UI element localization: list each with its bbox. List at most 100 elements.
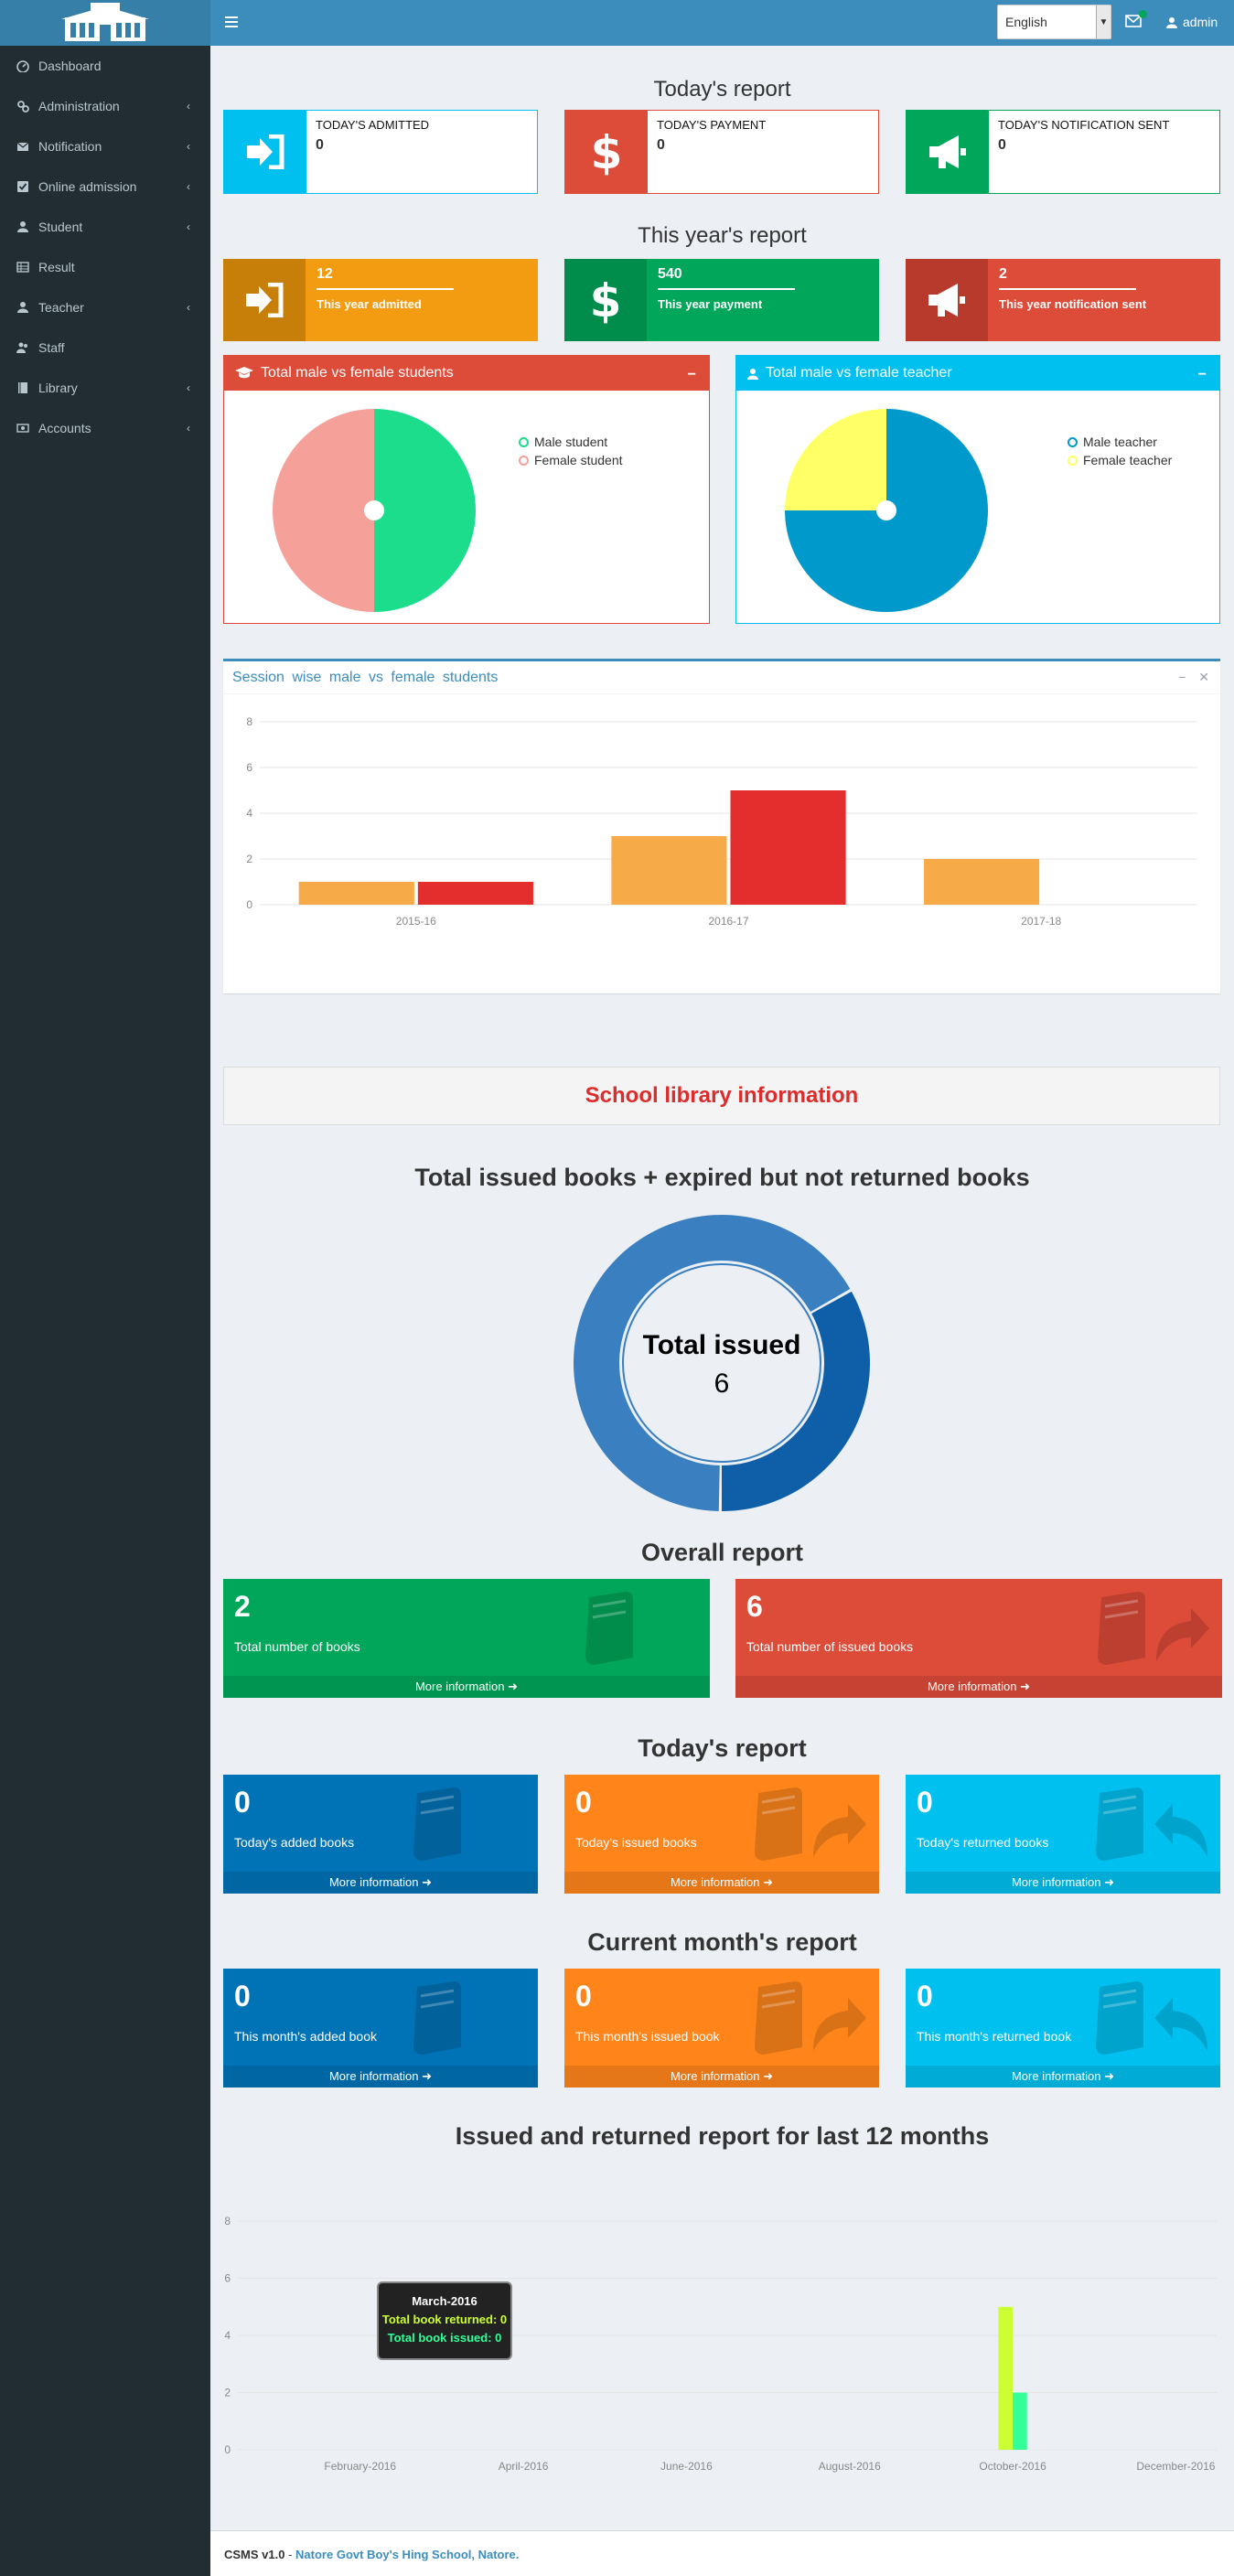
sidebar-item-online-admission[interactable]: Online admission ‹ <box>0 166 210 207</box>
book-share-icon <box>755 1787 866 1861</box>
student-pie-header: Total male vs female students − <box>224 356 709 391</box>
user-icon <box>747 368 758 380</box>
year-notification-box: 2 This year notification sent <box>906 259 1220 341</box>
stat-value: 0 <box>917 1980 933 2012</box>
legend-item[interactable]: Female student <box>519 453 623 467</box>
y-tick-label: 0 <box>224 2443 231 2456</box>
box-icon-area <box>224 111 306 193</box>
stat-icon-wrap <box>580 1588 699 1675</box>
x-tick-label: April-2016 <box>499 2460 549 2473</box>
legend-marker <box>1068 436 1078 447</box>
bar-series-0-2017-18[interactable] <box>924 859 1040 905</box>
stat-label: Total number of issued books <box>746 1639 914 1654</box>
legend-item[interactable]: Female teacher <box>1068 453 1172 467</box>
box-value: 0 <box>998 137 1006 153</box>
stat-icon-wrap <box>1090 1978 1209 2065</box>
sidebar-item-staff[interactable]: Staff <box>0 327 210 368</box>
close-icon[interactable]: ✕ <box>1198 670 1209 685</box>
more-information-link[interactable]: More information ➜ <box>906 2066 1220 2088</box>
student-pie-chart <box>273 409 476 612</box>
chart-tooltip: March-2016 Total book returned: 0 Total … <box>377 2281 512 2360</box>
sign-in-icon <box>247 134 284 169</box>
sidebar-item-dashboard[interactable]: Dashboard <box>0 46 210 86</box>
stat-icon-wrap <box>749 1978 868 2065</box>
bar-series-1-2015-16[interactable] <box>417 882 533 905</box>
bar-series-0-2016-17[interactable] <box>611 836 727 905</box>
collapse-button[interactable]: − <box>1178 670 1186 685</box>
box-text: Today's admitted 0 <box>306 111 438 193</box>
user-icon <box>17 302 28 313</box>
chevron-left-icon: ‹ <box>187 100 190 113</box>
box-text: 540 This year payment <box>647 259 879 341</box>
box-value: 540 <box>658 266 682 282</box>
box-value: 2 <box>999 266 1007 282</box>
arrow-circle-right-icon: ➜ <box>418 1875 433 1889</box>
bar-series-1-October-2016[interactable] <box>1013 2392 1027 2451</box>
bullhorn-icon <box>928 284 965 317</box>
collapse-button[interactable]: − <box>1198 367 1207 383</box>
bar-series-0-October-2016[interactable] <box>998 2306 1014 2450</box>
x-tick-label: August-2016 <box>819 2460 881 2473</box>
legend-item[interactable]: Male teacher <box>1068 435 1172 449</box>
legend-marker <box>519 436 529 447</box>
sidebar-item-library[interactable]: Library ‹ <box>0 368 210 408</box>
box-value: 0 <box>657 137 665 153</box>
more-information-link[interactable]: More information ➜ <box>223 1676 710 1698</box>
school-name[interactable]: Natore Govt Boy's Hing School, Natore. <box>295 2548 519 2561</box>
sidebar-item-accounts[interactable]: Accounts ‹ <box>0 408 210 448</box>
more-information-link[interactable]: More information ➜ <box>564 1872 879 1894</box>
sidebar-item-administration[interactable]: Administration ‹ <box>0 86 210 126</box>
tooltip-title: March-2016 <box>412 2294 478 2308</box>
more-information-link[interactable]: More information ➜ <box>735 1676 1222 1698</box>
y-tick-label: 2 <box>224 2387 231 2399</box>
sidebar-item-teacher[interactable]: Teacher ‹ <box>0 287 210 327</box>
more-information-label: More information <box>670 2069 760 2083</box>
collapse-button[interactable]: − <box>688 367 696 383</box>
issued-books-donut-chart: Total issued 6 <box>574 1215 870 1511</box>
arrow-circle-right-icon: ➜ <box>504 1680 519 1693</box>
box-label: Today's payment <box>657 118 767 132</box>
language-select[interactable]: English ▼ <box>997 5 1111 39</box>
sidebar-item-label: Accounts <box>38 421 91 435</box>
cogs-icon <box>17 101 29 113</box>
book-icon <box>413 1981 461 2055</box>
box-icon-area <box>223 259 306 341</box>
arrow-circle-right-icon: ➜ <box>759 2069 774 2083</box>
legend-label: Female teacher <box>1083 453 1173 467</box>
stat-label: Total number of books <box>234 1639 360 1654</box>
more-information-link[interactable]: More information ➜ <box>223 1872 538 1894</box>
users-icon <box>16 342 27 353</box>
tooltip-returned: Total book returned: 0 <box>381 2313 508 2326</box>
sidebar-item-result[interactable]: Result <box>0 247 210 287</box>
sidebar-item-label: Dashboard <box>38 59 102 73</box>
progress-fill <box>317 288 454 290</box>
sidebar-item-label: Staff <box>38 340 65 355</box>
y-tick-label: 6 <box>246 761 252 774</box>
dashboard-icon <box>16 60 29 72</box>
sidebar-item-student[interactable]: Student ‹ <box>0 207 210 247</box>
user-menu[interactable]: admin <box>1166 15 1218 29</box>
donut-segment-1[interactable] <box>722 1291 870 1511</box>
box-text: Today's notification sent 0 <box>989 111 1178 193</box>
stat-label: This month's issued book <box>575 2029 720 2044</box>
y-tick-label: 4 <box>246 807 252 820</box>
student-pie-slice-1[interactable] <box>273 409 374 612</box>
bar-series-0-2015-16[interactable] <box>298 882 414 905</box>
hamburger-menu-icon[interactable] <box>223 14 240 30</box>
more-information-link[interactable]: More information ➜ <box>564 2066 879 2088</box>
bar-series-1-2016-17[interactable] <box>730 790 846 905</box>
student-pie-slice-0[interactable] <box>374 409 476 612</box>
more-information-link[interactable]: More information ➜ <box>223 2066 538 2088</box>
more-information-link[interactable]: More information ➜ <box>906 1872 1220 1894</box>
stat-value: 0 <box>917 1786 933 1819</box>
x-tick-label: 2017-18 <box>1021 915 1061 928</box>
arrow-circle-right-icon: ➜ <box>1100 1875 1115 1889</box>
library-overall-box-1: 6 Total number of issued books More inform… <box>735 1579 1222 1698</box>
logo[interactable] <box>0 0 210 46</box>
svg-text:$: $ <box>591 128 622 176</box>
sidebar-item-notification[interactable]: Notification ‹ <box>0 126 210 166</box>
messages-button[interactable] <box>1125 10 1147 32</box>
teacher-pie-slice-1[interactable] <box>785 409 886 510</box>
x-tick-label: October-2016 <box>979 2460 1046 2473</box>
legend-item[interactable]: Male student <box>519 435 623 449</box>
